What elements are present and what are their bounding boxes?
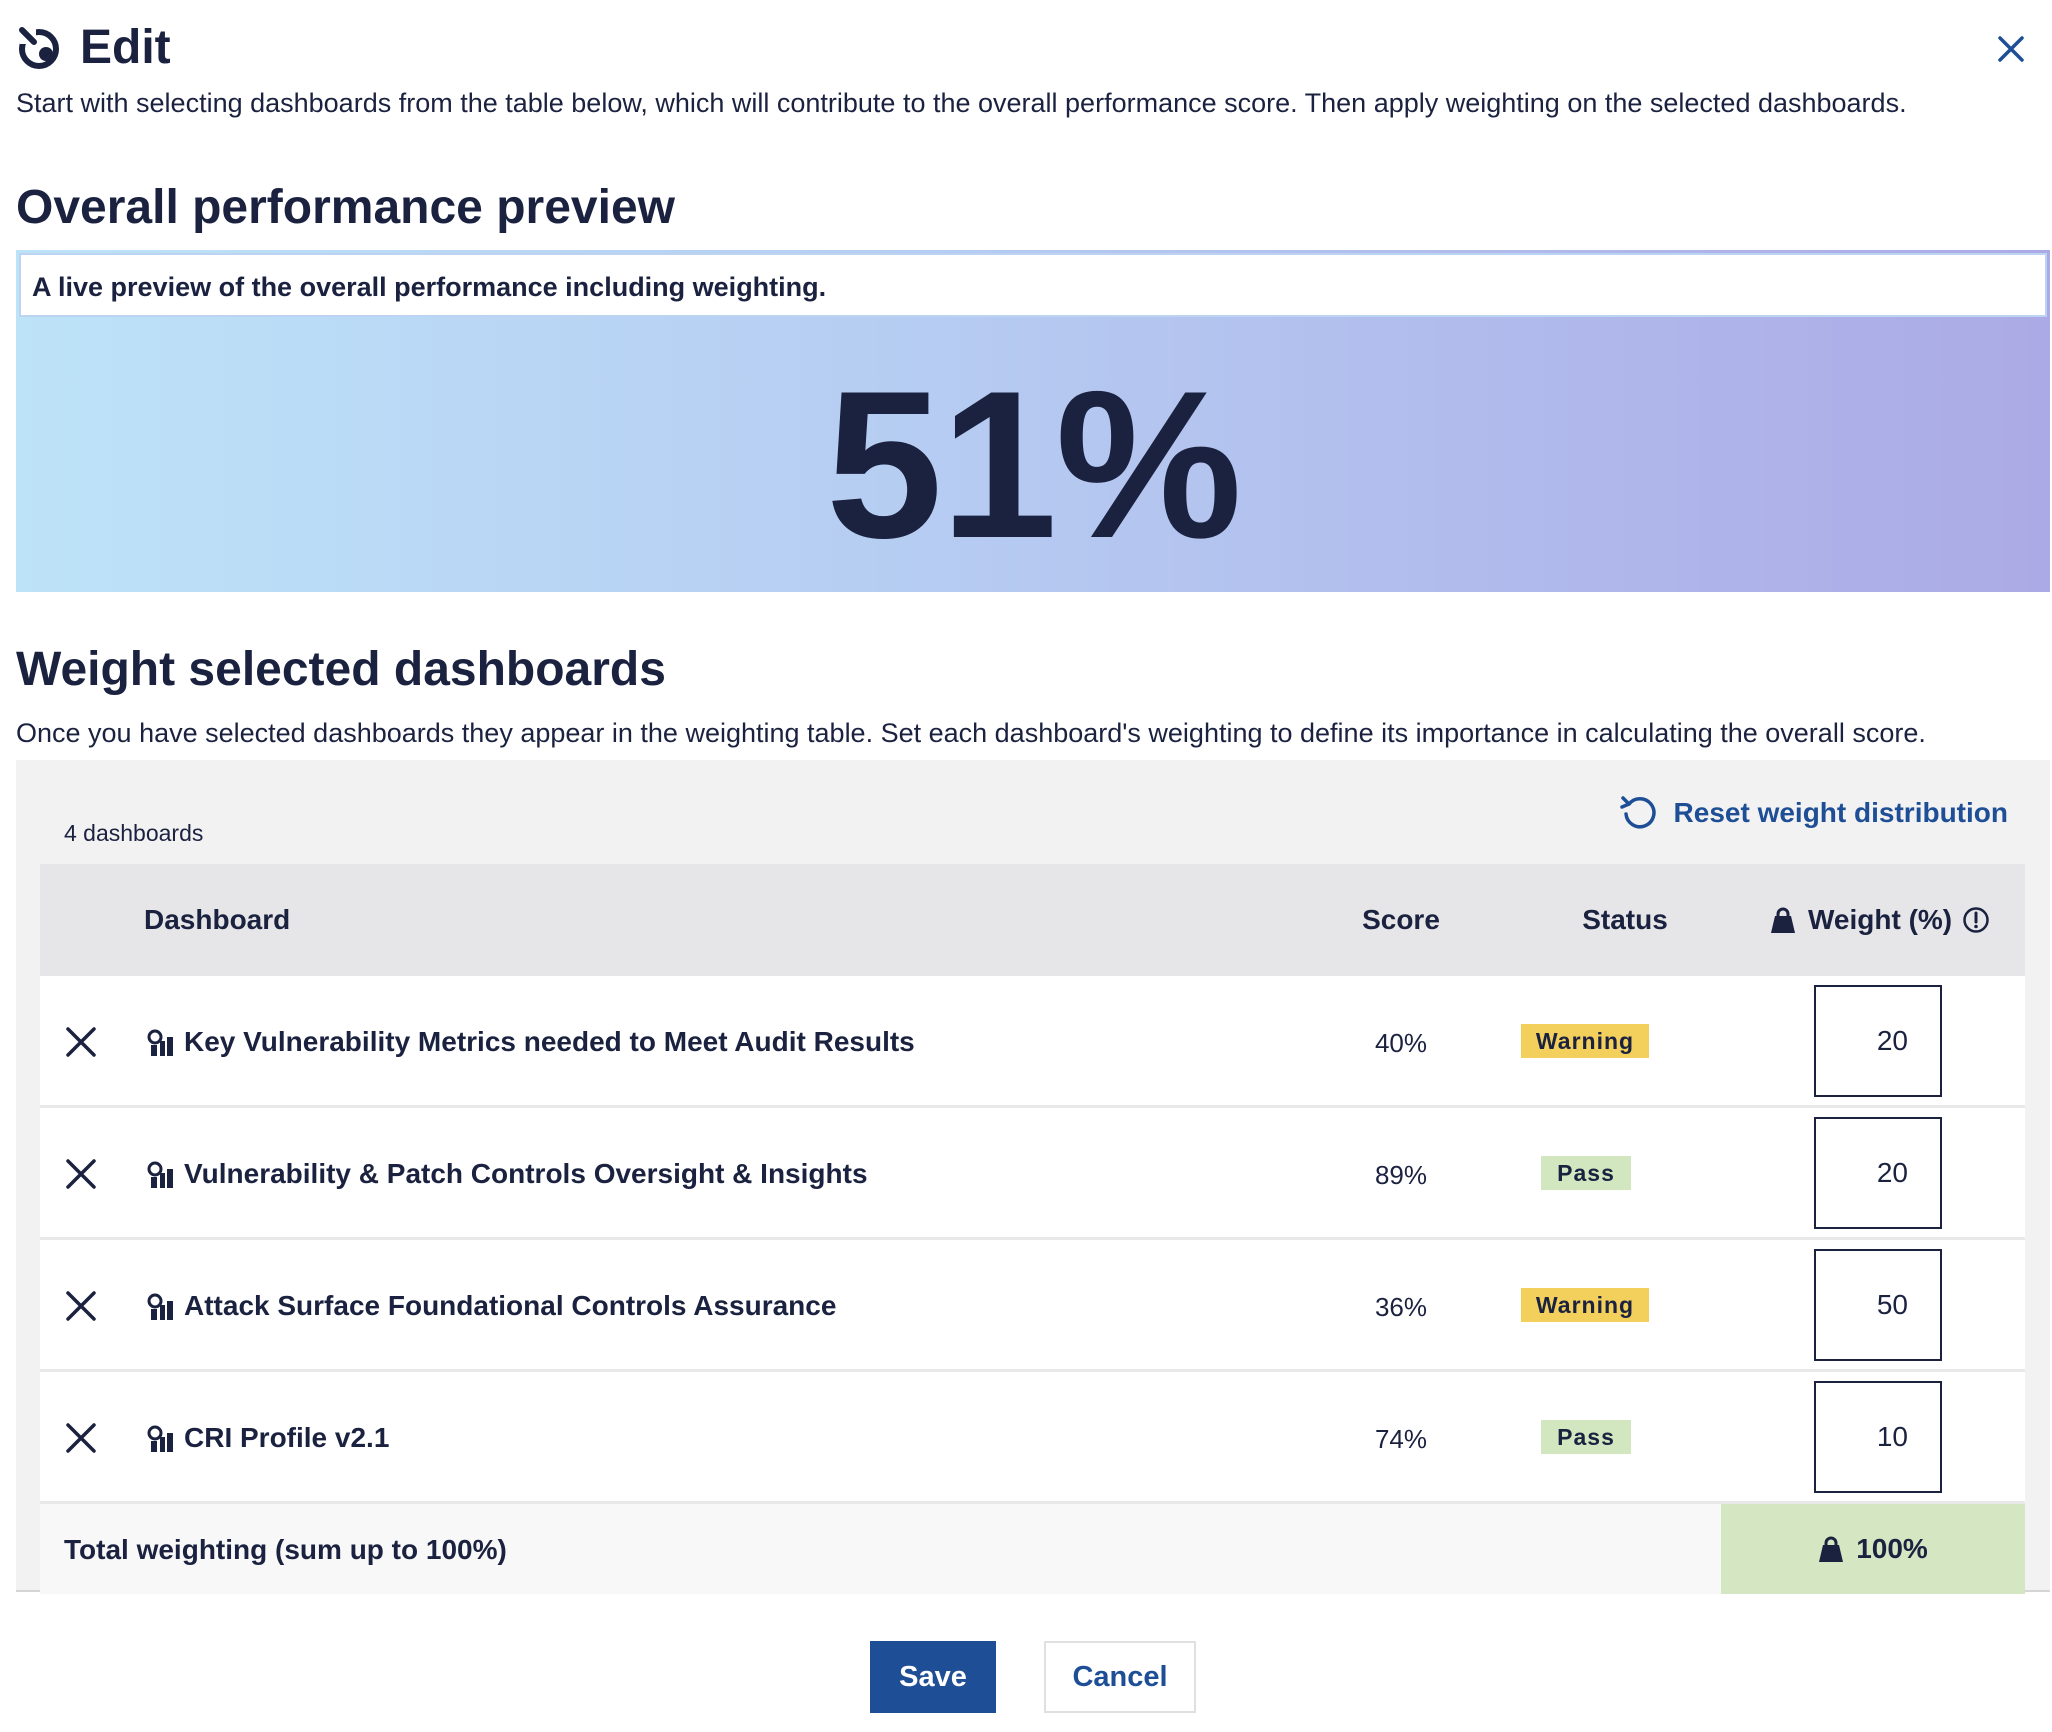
status-badge: Warning	[1521, 1024, 1649, 1058]
reset-icon	[1619, 796, 1656, 829]
weighting-panel: 4 dashboards Reset weight distribution D…	[16, 760, 2050, 1594]
dashboard-score: 40%	[1374, 1028, 1428, 1058]
dashboard-score: 89%	[1374, 1160, 1428, 1190]
table-row: Key Vulnerability Metrics needed to Meet…	[40, 976, 2025, 1108]
dashboard-icon	[147, 1029, 173, 1056]
remove-icon[interactable]	[64, 1157, 98, 1191]
preview-caption: A live preview of the overall performanc…	[19, 253, 2047, 317]
status-badge: Warning	[1521, 1288, 1649, 1322]
table-row: CRI Profile v2.1 74% Pass	[40, 1372, 2025, 1504]
total-weighting-value: 100%	[1721, 1504, 2025, 1594]
table-row: Vulnerability & Patch Controls Oversight…	[40, 1108, 2025, 1240]
preview-score: 51%	[825, 347, 1242, 582]
dashboard-count: 4 dashboards	[64, 820, 204, 846]
weight-input[interactable]	[1814, 985, 1942, 1097]
weight-input[interactable]	[1814, 1249, 1942, 1361]
column-weight: Weight (%)	[1770, 904, 1990, 936]
preview-heading: Overall performance preview	[16, 181, 675, 234]
lock-icon	[1819, 1536, 1844, 1562]
lock-icon	[1771, 907, 1795, 933]
info-icon[interactable]	[1962, 906, 1990, 934]
dashboard-name: CRI Profile v2.1	[184, 1422, 390, 1453]
dashboard-icon	[147, 1161, 173, 1188]
dialog-title: Edit	[80, 21, 171, 74]
logo-icon	[19, 27, 59, 69]
column-weight-label: Weight (%)	[1808, 904, 1953, 935]
close-icon[interactable]	[1994, 32, 2028, 66]
dashboard-score: 74%	[1374, 1424, 1428, 1454]
weighting-heading: Weight selected dashboards	[16, 643, 666, 696]
reset-weight-button[interactable]: Reset weight distribution	[1618, 790, 2008, 836]
remove-icon[interactable]	[64, 1025, 98, 1059]
status-badge: Pass	[1541, 1420, 1631, 1454]
table-row: Attack Surface Foundational Controls Ass…	[40, 1240, 2025, 1372]
weight-input[interactable]	[1814, 1117, 1942, 1229]
intro-text: Start with selecting dashboards from the…	[16, 88, 1907, 118]
total-weighting-label: Total weighting (sum up to 100%)	[64, 1534, 507, 1565]
dashboard-score: 36%	[1374, 1292, 1428, 1322]
column-dashboard: Dashboard	[144, 904, 291, 935]
status-badge: Pass	[1541, 1156, 1631, 1190]
remove-icon[interactable]	[64, 1421, 98, 1455]
dashboard-name: Attack Surface Foundational Controls Ass…	[184, 1290, 837, 1321]
column-score: Score	[1362, 904, 1440, 935]
column-status: Status	[1582, 904, 1668, 935]
weight-input[interactable]	[1814, 1381, 1942, 1493]
cancel-button[interactable]: Cancel	[1044, 1641, 1196, 1713]
dashboard-name: Key Vulnerability Metrics needed to Meet…	[184, 1026, 915, 1057]
total-weighting-row: Total weighting (sum up to 100%) 100%	[40, 1504, 2025, 1594]
dialog-header: Edit	[16, 18, 2036, 78]
dialog-actions: Save Cancel	[0, 1641, 2052, 1713]
performance-preview: A live preview of the overall performanc…	[16, 250, 2050, 592]
total-weighting-percent: 100%	[1856, 1533, 1928, 1564]
dashboard-icon	[147, 1293, 173, 1320]
dashboard-name: Vulnerability & Patch Controls Oversight…	[184, 1158, 868, 1189]
save-button[interactable]: Save	[870, 1641, 996, 1713]
remove-icon[interactable]	[64, 1289, 98, 1323]
dashboard-icon	[147, 1425, 173, 1452]
weighting-table: Dashboard Score Status Weight (%) Key Vu…	[40, 864, 2025, 1594]
weighting-description: Once you have selected dashboards they a…	[16, 718, 1926, 748]
table-header: Dashboard Score Status Weight (%)	[40, 864, 2025, 976]
reset-weight-label: Reset weight distribution	[1673, 797, 2008, 828]
